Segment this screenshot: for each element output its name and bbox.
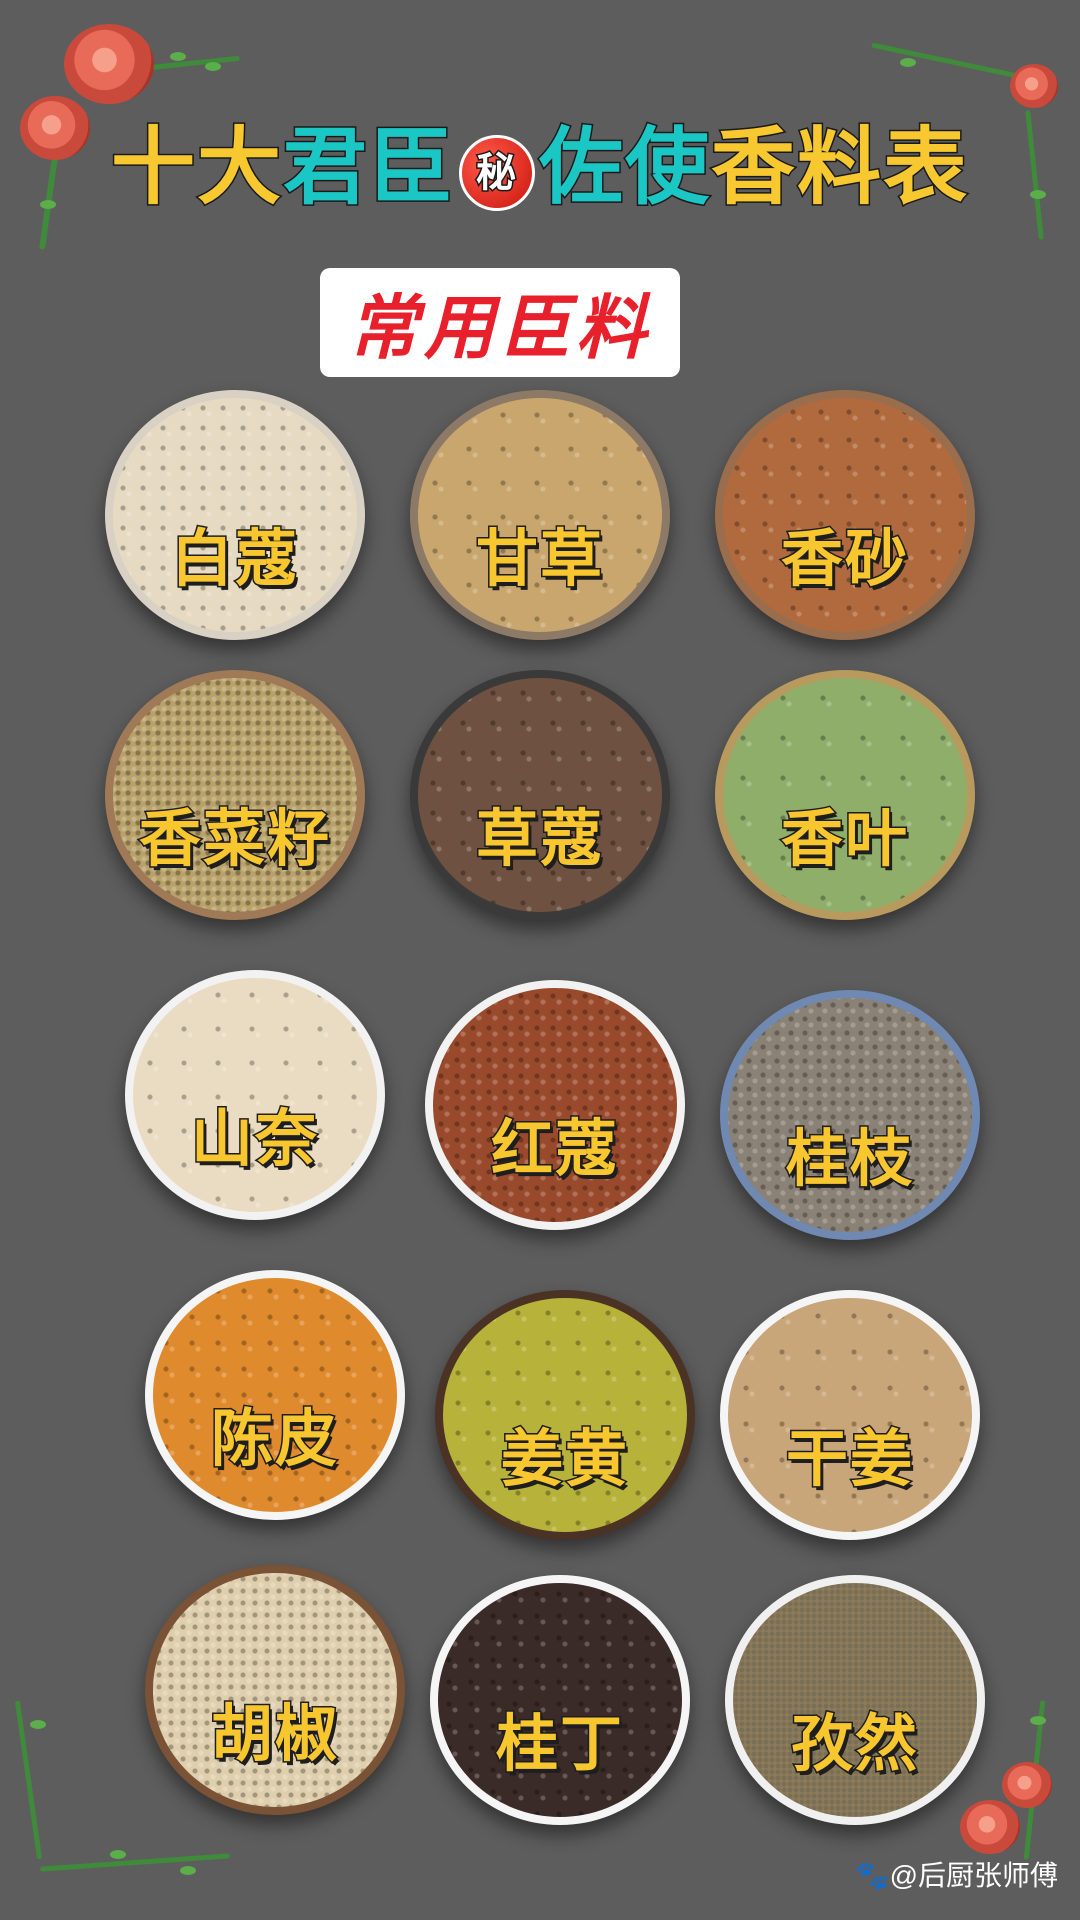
spice-card: 桂丁 — [420, 1575, 700, 1835]
spice-card: 香叶 — [705, 670, 985, 930]
spice-name: 桂枝 — [784, 1121, 914, 1197]
spice-name: 香砂 — [779, 521, 909, 597]
spice-name: 孜然 — [789, 1706, 919, 1782]
spice-card: 香菜籽 — [95, 670, 375, 930]
spice-name: 香叶 — [779, 801, 909, 877]
spice-name: 山奈 — [189, 1101, 319, 1177]
spice-grid: 白蔻 甘草 香砂 香菜籽 草蔻 香叶 山奈 红蔻 桂枝 陈皮 姜黄 干姜 胡椒 … — [0, 0, 1080, 1920]
spice-card: 陈皮 — [135, 1270, 415, 1530]
spice-card: 干姜 — [710, 1290, 990, 1550]
spice-name: 姜黄 — [499, 1421, 629, 1497]
watermark: 🐾@后厨张师傅 — [855, 1854, 1058, 1894]
spice-card: 姜黄 — [425, 1290, 705, 1550]
spice-name: 陈皮 — [209, 1401, 339, 1477]
spice-card: 白蔻 — [95, 390, 375, 650]
spice-name: 胡椒 — [209, 1696, 339, 1772]
watermark-text: @后厨张师傅 — [889, 1860, 1058, 1891]
paw-icon: 🐾 — [854, 1860, 890, 1891]
spice-card: 山奈 — [115, 970, 395, 1230]
spice-card: 桂枝 — [710, 990, 990, 1250]
spice-name: 白蔻 — [169, 521, 299, 597]
spice-name: 草蔻 — [474, 801, 604, 877]
spice-name: 红蔻 — [489, 1111, 619, 1187]
spice-card: 甘草 — [400, 390, 680, 650]
spice-card: 胡椒 — [135, 1565, 415, 1825]
spice-name: 桂丁 — [494, 1706, 624, 1782]
spice-card: 香砂 — [705, 390, 985, 650]
spice-card: 草蔻 — [400, 670, 680, 930]
spice-card: 孜然 — [715, 1575, 995, 1835]
spice-name: 甘草 — [474, 521, 604, 597]
spice-card: 红蔻 — [415, 980, 695, 1240]
spice-name: 香菜籽 — [137, 801, 331, 877]
spice-name: 干姜 — [784, 1421, 914, 1497]
